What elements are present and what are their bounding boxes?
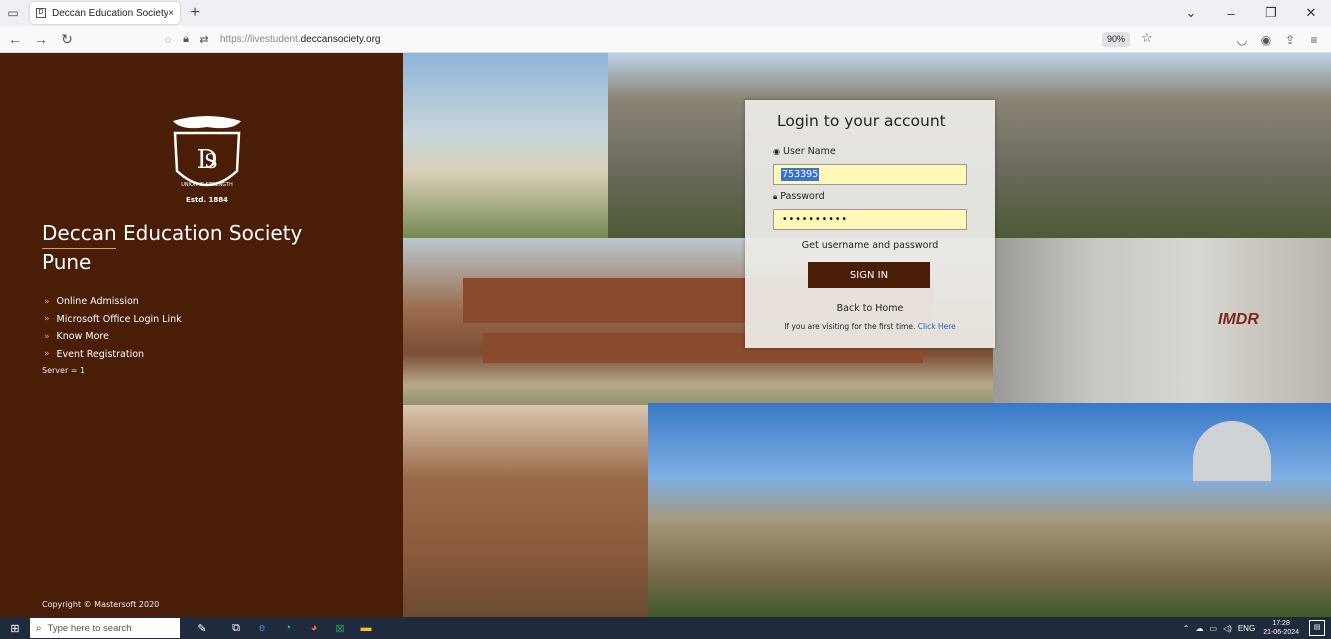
sidebar-link-label: Online Admission	[56, 296, 139, 308]
menu-icon[interactable]: ≡	[1303, 29, 1325, 50]
windows-start-icon[interactable]: ⊞	[0, 617, 30, 639]
first-visit-note: If you are visiting for the first time. …	[745, 322, 995, 331]
browser-nav-bar: ← → ↻ ◌ 🔒︎ ⇄ https://livestudent.deccans…	[0, 26, 1331, 53]
language-indicator[interactable]: ENG	[1238, 624, 1255, 633]
login-title: Login to your account	[777, 112, 946, 130]
taskbar: ⊞ ⌕ Type here to search ✎ ⧉ e ◔ ◕ ⊠ ▬ ⌃ ☁…	[0, 617, 1331, 639]
task-view-icon[interactable]: ⧉	[224, 617, 248, 639]
sidebar-link-microsoft-office[interactable]: » Microsoft Office Login Link	[44, 311, 182, 329]
reload-icon[interactable]: ↻	[56, 28, 78, 50]
lock-icon[interactable]: 🔒︎	[178, 33, 194, 46]
edge-icon[interactable]: ◔	[276, 617, 300, 639]
close-window-button[interactable]: ✕	[1291, 0, 1331, 26]
sidebar-link-label: Event Registration	[56, 348, 145, 360]
excel-icon[interactable]: ⊠	[328, 617, 352, 639]
back-arrow-icon[interactable]: ←	[4, 28, 26, 50]
extensions-icon[interactable]: ⇪	[1279, 29, 1301, 50]
sidebar-link-online-admission[interactable]: » Online Admission	[44, 293, 182, 311]
bookmark-star-icon[interactable]: ☆	[1141, 30, 1153, 46]
username-label: ◉ User Name	[773, 146, 836, 157]
dome-shape	[1193, 421, 1271, 481]
pocket-icon[interactable]: ◡	[1231, 29, 1253, 50]
taskbar-search[interactable]: ⌕ Type here to search	[30, 618, 180, 638]
username-field[interactable]	[773, 164, 967, 185]
copyright-text: Copyright © Mastersoft 2020	[42, 600, 160, 609]
tray-expand-icon[interactable]: ⌃	[1183, 624, 1190, 633]
chevron-right-icon: »	[44, 296, 50, 307]
url-text[interactable]: https://livestudent.deccansociety.org	[220, 34, 380, 45]
click-here-link[interactable]: Click Here	[918, 322, 956, 331]
clock-date: 21-06-2024	[1263, 629, 1299, 636]
sidebar-links: » Online Admission » Microsoft Office Logi…	[44, 293, 182, 363]
back-to-home-link[interactable]: Back to Home	[745, 303, 995, 314]
get-credentials-link[interactable]: Get username and password	[745, 240, 995, 251]
sidebar-link-label: Know More	[56, 331, 109, 343]
svg-text:UNION IS STRENGTH: UNION IS STRENGTH	[181, 182, 233, 188]
password-label-text: Password	[780, 191, 825, 202]
restore-button[interactable]: ❐	[1251, 0, 1291, 26]
zoom-level-badge[interactable]: 90%	[1102, 32, 1131, 47]
clock-time: 17:28	[1272, 620, 1290, 627]
minimize-button[interactable]: –	[1211, 0, 1251, 26]
cloud-icon[interactable]: ☁	[1195, 624, 1203, 633]
server-indicator: Server = 1	[42, 366, 86, 375]
favicon-icon: D	[36, 8, 46, 18]
campus-photo	[403, 405, 648, 617]
password-label: 🔒︎ Password	[773, 191, 825, 202]
sign-in-button[interactable]: SIGN IN	[808, 262, 930, 288]
sidebar-link-know-more[interactable]: » Know More	[44, 328, 182, 346]
society-logo: D S UNION IS STRENGTH Estd. 1884	[173, 116, 241, 204]
campus-photo	[648, 403, 1331, 617]
sidebar-link-event-registration[interactable]: » Event Registration	[44, 346, 182, 364]
first-visit-text: If you are visiting for the first time.	[784, 322, 916, 331]
browser-tab[interactable]: D Deccan Education Society Pune ×	[30, 2, 180, 24]
username-label-text: User Name	[782, 146, 836, 157]
network-icon[interactable]: ▭	[1209, 624, 1217, 633]
url-prefix: https://livestudent.	[220, 34, 301, 45]
imdr-sign: IMDR	[1218, 311, 1259, 328]
tab-close-icon[interactable]: ×	[168, 8, 174, 19]
chevron-right-icon: »	[44, 349, 50, 360]
campus-photo	[993, 238, 1331, 403]
firefox-icon[interactable]: ◕	[302, 617, 326, 639]
svg-text:Estd. 1884: Estd. 1884	[186, 196, 228, 204]
svg-text:S: S	[204, 149, 218, 173]
search-placeholder: Type here to search	[47, 622, 132, 634]
system-tray: ⌃ ☁ ▭ ◁) ENG 17:28 21-06-2024	[1177, 617, 1299, 639]
sidebar-link-label: Microsoft Office Login Link	[56, 313, 182, 325]
sidebar: D S UNION IS STRENGTH Estd. 1884 Deccan …	[0, 53, 403, 617]
password-field[interactable]	[773, 209, 967, 230]
search-icon: ⌕	[36, 622, 42, 634]
tab-list-icon[interactable]: ▭	[0, 0, 26, 26]
forward-arrow-icon[interactable]: →	[30, 28, 52, 50]
society-name: Deccan Education Society	[42, 221, 302, 249]
browser-tab-bar: ▭ D Deccan Education Society Pune × + ⌄ …	[0, 0, 1331, 26]
user-icon: ◉	[773, 147, 780, 156]
new-tab-button[interactable]: +	[184, 2, 206, 24]
file-explorer-icon[interactable]: ▬	[354, 617, 378, 639]
url-domain: deccansociety.org	[300, 34, 381, 45]
notification-icon[interactable]: ▤	[1309, 620, 1325, 636]
permissions-icon[interactable]: ⇄	[196, 33, 212, 46]
tabs-dropdown-icon[interactable]: ⌄	[1171, 0, 1211, 26]
volume-icon[interactable]: ◁)	[1223, 624, 1232, 633]
account-icon[interactable]: ◉	[1255, 29, 1277, 50]
search-highlight-icon[interactable]: ✎	[182, 617, 222, 639]
shield-icon[interactable]: ◌	[160, 34, 176, 46]
login-card: Login to your account ◉ User Name 753395 …	[745, 100, 995, 348]
society-city: Pune	[42, 250, 92, 274]
lock-icon: 🔒︎	[773, 192, 778, 201]
toolbar-right: ◡ ◉ ⇪ ≡	[1229, 29, 1325, 50]
window-controls: ⌄ – ❐ ✕	[1171, 0, 1331, 26]
page-content: D S UNION IS STRENGTH Estd. 1884 Deccan …	[0, 53, 1331, 617]
internet-explorer-icon[interactable]: e	[250, 617, 274, 639]
campus-photo	[403, 53, 613, 253]
chevron-right-icon: »	[44, 314, 50, 325]
chevron-right-icon: »	[44, 331, 50, 342]
tab-title: Deccan Education Society Pune	[52, 7, 169, 19]
url-bar[interactable]: ◌ 🔒︎ ⇄ https://livestudent.deccansociety…	[160, 29, 1170, 50]
clock[interactable]: 17:28 21-06-2024	[1263, 619, 1299, 637]
